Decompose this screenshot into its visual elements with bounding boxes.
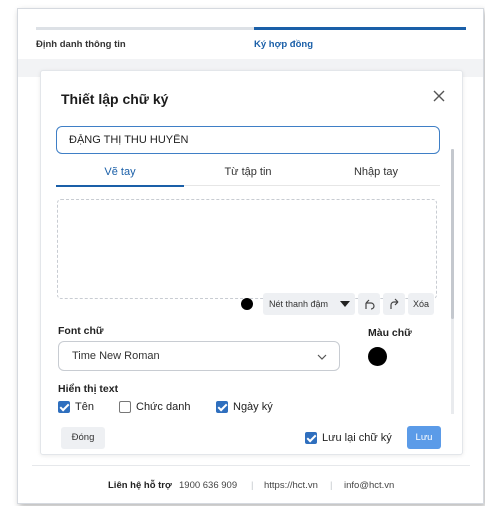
checkbox-name[interactable]: Tên	[58, 400, 94, 414]
font-label: Font chữ	[58, 325, 104, 337]
signer-name-input[interactable]	[56, 126, 440, 154]
checkbox-sign-date-label: Ngày ký	[233, 401, 273, 413]
color-label: Màu chữ	[368, 327, 412, 339]
footer-separator: |	[330, 480, 333, 491]
checkbox-checked-icon	[216, 401, 228, 413]
footer-divider	[32, 465, 470, 466]
checkbox-save-signature[interactable]: Lưu lại chữ ký	[305, 431, 392, 445]
display-text-label: Hiển thị text	[58, 383, 119, 395]
footer-separator: |	[251, 480, 254, 491]
signature-tabs: Vẽ tay Từ tập tin Nhập tay	[56, 163, 440, 187]
modal-title: Thiết lập chữ ký	[61, 91, 169, 107]
support-label: Liên hệ hỗ trợ	[108, 480, 172, 491]
checkbox-job-title-label: Chức danh	[136, 401, 191, 413]
close-icon[interactable]	[430, 87, 448, 105]
tab-draw[interactable]: Vẽ tay	[56, 163, 184, 187]
font-select-value: Time New Roman	[72, 350, 160, 362]
checkbox-unchecked-icon	[119, 401, 131, 413]
checkbox-checked-icon	[58, 401, 70, 413]
text-color-swatch[interactable]	[368, 347, 387, 366]
step-sign-contract[interactable]: Ký hợp đồng	[254, 39, 313, 50]
checkbox-sign-date[interactable]: Ngày ký	[216, 400, 273, 414]
save-signature-label: Lưu lại chữ ký	[322, 432, 392, 444]
page-frame: Định danh thông tin Ký hợp đồng Thiết lậ…	[17, 8, 484, 504]
checkbox-job-title[interactable]: Chức danh	[119, 400, 190, 414]
stroke-width-select[interactable]: Nét thanh đậm	[263, 293, 355, 315]
checkbox-checked-icon	[305, 432, 317, 444]
tab-from-file[interactable]: Từ tập tin	[184, 163, 312, 187]
chevron-down-icon	[317, 354, 327, 360]
step-identity[interactable]: Định danh thông tin	[36, 39, 126, 50]
close-button[interactable]: Đóng	[61, 427, 105, 449]
save-button[interactable]: Lưu	[407, 426, 441, 449]
support-website[interactable]: https://hct.vn	[264, 480, 318, 491]
tab-type[interactable]: Nhập tay	[312, 163, 440, 187]
pen-color-dot[interactable]	[241, 298, 253, 310]
step-progress-1	[36, 27, 254, 30]
font-select[interactable]: Time New Roman	[58, 341, 340, 371]
tab-divider	[184, 185, 440, 186]
signature-draw-canvas[interactable]	[57, 199, 437, 299]
signature-settings-modal: Thiết lập chữ ký Vẽ tay Từ tập tin Nhập …	[40, 70, 463, 455]
undo-icon[interactable]	[358, 293, 380, 315]
clear-button[interactable]: Xóa	[408, 293, 434, 315]
step-progress-2	[254, 27, 466, 30]
support-phone[interactable]: 1900 636 909	[179, 480, 237, 491]
support-email[interactable]: info@hct.vn	[344, 480, 394, 491]
checkbox-name-label: Tên	[75, 401, 94, 413]
redo-icon[interactable]	[383, 293, 405, 315]
caret-down-icon	[340, 301, 350, 307]
scrollbar-thumb[interactable]	[451, 149, 454, 319]
stroke-width-label: Nét thanh đậm	[269, 299, 329, 309]
stepper: Định danh thông tin Ký hợp đồng	[36, 27, 466, 57]
